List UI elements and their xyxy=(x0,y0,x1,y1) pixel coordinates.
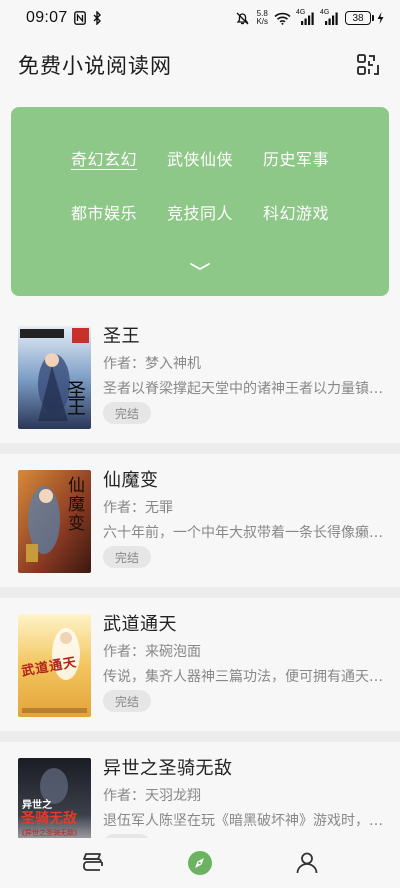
book-desc: 传说，集齐人器神三篇功法，便可拥有通天之能... xyxy=(103,669,386,685)
mute-bell-icon xyxy=(235,11,250,26)
book-list-item[interactable]: 武道通天 武道通天 作者：来碗泡面 传说，集齐人器神三篇功法，便可拥有通天之能.… xyxy=(0,598,400,731)
app-header: 免费小说阅读网 xyxy=(0,36,400,94)
status-badge: 完结 xyxy=(103,402,151,424)
book-title: 异世之圣骑无敌 xyxy=(103,758,233,779)
category-item-urban[interactable]: 都市娱乐 xyxy=(56,203,152,225)
nav-profile-button[interactable] xyxy=(287,843,327,883)
category-item-wuxia[interactable]: 武侠仙侠 xyxy=(152,149,248,171)
book-desc: 退伍军人陈坚在玩《暗黑破坏神》游戏时，意外... xyxy=(103,813,386,829)
book-title: 仙魔变 xyxy=(103,470,159,491)
book-cover: 仙魔变 xyxy=(18,470,91,573)
wifi-icon xyxy=(274,12,291,25)
category-item-fantasy[interactable]: 奇幻玄幻 xyxy=(56,149,152,171)
qr-scan-button[interactable] xyxy=(354,51,382,79)
cover-title-text: 圣骑无敌 xyxy=(21,811,77,827)
book-author: 作者：梦入神机 xyxy=(103,356,201,372)
nav-bookshelf-button[interactable] xyxy=(73,843,113,883)
status-badge: 完结 xyxy=(103,546,151,568)
qr-scan-icon xyxy=(357,54,379,75)
divider xyxy=(0,443,400,454)
book-cover: 圣王 xyxy=(18,326,91,429)
divider xyxy=(0,731,400,742)
category-item-history[interactable]: 历史军事 xyxy=(248,149,344,171)
book-author: 作者：无罪 xyxy=(103,500,173,516)
book-title: 圣王 xyxy=(103,326,140,347)
book-list-item[interactable]: 圣王 圣王 作者：梦入神机 圣者以脊梁撑起天堂中的诸神王者以力量镇压... 完结 xyxy=(0,310,400,443)
chevron-down-icon[interactable] xyxy=(188,259,212,273)
bookshelf-icon xyxy=(83,853,104,871)
book-list-item[interactable]: 仙魔变 仙魔变 作者：无罪 六十年前，一个中年大叔带着一条长得像癞皮狗... 完… xyxy=(0,454,400,587)
book-author: 作者：来碗泡面 xyxy=(103,644,201,660)
signal-icon: 4G xyxy=(296,9,315,25)
divider xyxy=(0,587,400,598)
book-desc: 六十年前，一个中年大叔带着一条长得像癞皮狗... xyxy=(103,525,386,541)
bluetooth-icon xyxy=(92,11,102,25)
category-item-competition[interactable]: 竞技同人 xyxy=(152,203,248,225)
charging-icon xyxy=(377,12,384,24)
profile-icon xyxy=(296,852,318,874)
cover-title-text: 圣王 xyxy=(64,380,86,414)
net-speed: 5.8 K/s xyxy=(256,9,268,26)
cover-caption-text: 《异世之圣骑无敌》 xyxy=(18,829,81,837)
cover-title-text: 仙魔变 xyxy=(64,476,84,533)
page-title: 免费小说阅读网 xyxy=(18,54,172,78)
status-time: 09:07 xyxy=(26,9,68,26)
category-grid: 奇幻玄幻 武侠仙侠 历史军事 都市娱乐 竞技同人 科幻游戏 xyxy=(11,107,389,225)
status-bar: 09:07 5.8 K/s 4G 4G 38 xyxy=(0,0,400,36)
category-card: 奇幻玄幻 武侠仙侠 历史军事 都市娱乐 竞技同人 科幻游戏 xyxy=(11,107,389,296)
book-author: 作者：天羽龙翔 xyxy=(103,788,201,804)
bottom-nav xyxy=(0,838,400,888)
status-badge: 完结 xyxy=(103,690,151,712)
signal-icon-2: 4G xyxy=(320,9,339,25)
category-item-scifi[interactable]: 科幻游戏 xyxy=(248,203,344,225)
nfc-icon xyxy=(73,11,86,25)
discover-compass-icon xyxy=(187,851,212,875)
battery-indicator: 38 xyxy=(345,11,374,25)
book-title: 武道通天 xyxy=(103,614,177,635)
book-list: 圣王 圣王 作者：梦入神机 圣者以脊梁撑起天堂中的诸神王者以力量镇压... 完结… xyxy=(0,310,400,854)
book-desc: 圣者以脊梁撑起天堂中的诸神王者以力量镇压... xyxy=(103,381,386,397)
book-cover: 武道通天 xyxy=(18,614,91,717)
nav-discover-button[interactable] xyxy=(180,843,220,883)
